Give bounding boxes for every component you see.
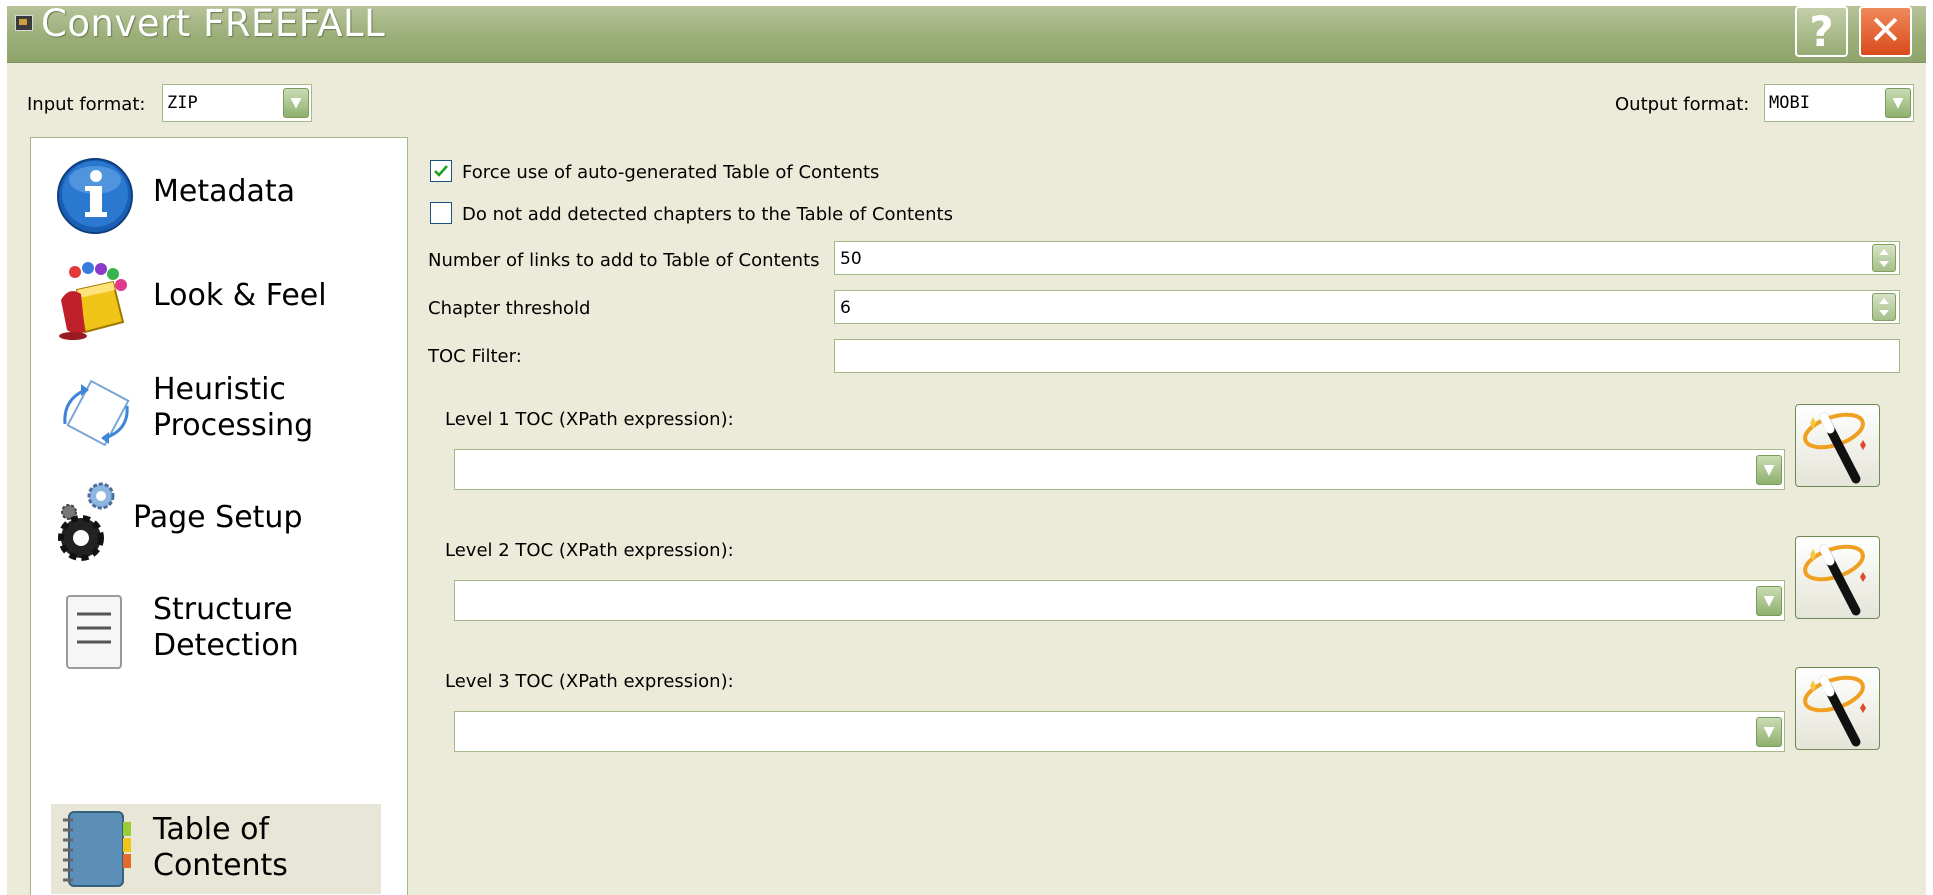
sidebar: Metadata Look & Feel Heuristic Processin… [30,137,408,895]
chapter-threshold-spinbox[interactable]: 6 [834,290,1900,324]
level3-toc-label: Level 3 TOC (XPath expression): [445,671,734,692]
sidebar-item-label: Page Setup [133,500,303,535]
level3-xpath-wizard-button[interactable] [1795,667,1880,750]
spin-arrows-icon[interactable] [1872,244,1896,272]
level2-toc-combo[interactable]: ▼ [454,580,1785,621]
level2-toc-label: Level 2 TOC (XPath expression): [445,540,734,561]
output-format-label: Output format: [1615,94,1750,115]
level2-xpath-wizard-button[interactable] [1795,536,1880,619]
checkmark-icon [434,165,448,177]
sidebar-item-label: Processing [153,408,314,443]
app-icon [15,15,33,31]
sidebar-item-look-feel[interactable]: Look & Feel [51,252,381,342]
num-links-spinbox[interactable]: 50 [834,241,1900,275]
sidebar-item-label: Heuristic [153,372,286,407]
magic-wand-icon [1803,544,1866,616]
sidebar-item-label: Contents [153,848,288,883]
chapter-threshold-value: 6 [840,298,851,318]
spin-arrows-icon[interactable] [1872,293,1896,321]
chevron-down-icon[interactable]: ▼ [1756,586,1782,616]
output-format-value: MOBI [1769,93,1810,113]
title-bar: Convert FREEFALL ? ✕ [7,6,1926,63]
no-detected-chapters-label: Do not add detected chapters to the Tabl… [462,204,953,225]
num-links-label: Number of links to add to Table of Conte… [428,250,820,271]
output-format-select[interactable]: MOBI ▼ [1764,84,1914,122]
sidebar-item-label: Table of [153,812,270,847]
sidebar-item-table-of-contents[interactable]: Table of Contents [51,804,381,894]
notebook-icon [63,811,131,887]
force-auto-toc-checkbox[interactable] [430,160,452,182]
level1-toc-label: Level 1 TOC (XPath expression): [445,409,734,430]
input-format-select[interactable]: ZIP ▼ [162,84,312,122]
convert-dialog: Convert FREEFALL ? ✕ Input format: ZIP ▼… [7,6,1926,895]
level1-xpath-wizard-button[interactable] [1795,404,1880,487]
sidebar-item-page-setup[interactable]: Page Setup [51,474,381,564]
num-links-value: 50 [840,249,862,269]
window-title: Convert FREEFALL [41,6,386,45]
paint-bucket-icon [59,262,127,340]
toc-filter-input[interactable] [834,339,1900,373]
sidebar-item-label: Structure [153,592,293,627]
sidebar-item-label: Detection [153,628,299,663]
level3-toc-combo[interactable]: ▼ [454,711,1785,752]
chevron-down-icon[interactable]: ▼ [1756,455,1782,485]
input-format-value: ZIP [167,93,198,113]
document-icon [66,595,122,669]
toc-filter-label: TOC Filter: [428,346,522,367]
magic-wand-icon [1803,412,1866,484]
rotate-page-icon [63,379,130,447]
sidebar-item-metadata[interactable]: Metadata [51,148,381,238]
magic-wand-icon [1803,675,1866,747]
gears-icon [58,482,115,561]
help-button[interactable]: ? [1795,6,1848,57]
info-icon [57,158,133,234]
sidebar-item-label: Metadata [153,174,296,209]
close-button[interactable]: ✕ [1859,6,1912,57]
level1-toc-combo[interactable]: ▼ [454,449,1785,490]
chevron-down-icon[interactable]: ▼ [1885,88,1911,118]
no-detected-chapters-checkbox[interactable] [430,202,452,224]
sidebar-item-structure-detection[interactable]: Structure Detection [51,584,381,674]
sidebar-item-label: Look & Feel [153,278,327,313]
force-auto-toc-label: Force use of auto-generated Table of Con… [462,162,880,183]
chapter-threshold-label: Chapter threshold [428,298,591,319]
chevron-down-icon[interactable]: ▼ [1756,717,1782,747]
input-format-label: Input format: [27,94,146,115]
sidebar-item-heuristic-processing[interactable]: Heuristic Processing [51,364,381,454]
chevron-down-icon[interactable]: ▼ [283,88,309,118]
